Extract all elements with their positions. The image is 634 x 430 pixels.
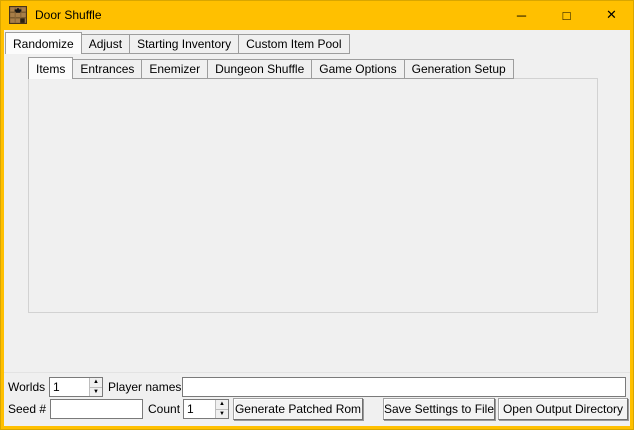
tab-randomize[interactable]: Randomize (5, 32, 82, 54)
count-value: 1 (184, 400, 215, 418)
tab-entrances[interactable]: Entrances (72, 59, 142, 79)
window-title: Door Shuffle (35, 8, 102, 22)
tab-enemizer[interactable]: Enemizer (141, 59, 208, 79)
tab-adjust[interactable]: Adjust (81, 34, 130, 54)
spin-down-icon[interactable]: ▼ (216, 410, 228, 419)
window-controls: ─ □ ✕ (499, 0, 634, 30)
player-names-label: Player names (108, 377, 181, 397)
seed-input[interactable] (50, 399, 143, 419)
spinner-arrows: ▲ ▼ (215, 400, 228, 418)
count-label: Count (148, 399, 180, 419)
worlds-label: Worlds (8, 377, 45, 397)
worlds-spinner[interactable]: 1 ▲ ▼ (49, 377, 103, 397)
bottom-separator (4, 372, 630, 373)
tab-starting-inventory[interactable]: Starting Inventory (129, 34, 239, 54)
save-settings-button[interactable]: Save Settings to File (383, 398, 495, 420)
app-window: Door Shuffle ─ □ ✕ Randomize Adjust Star… (0, 0, 634, 430)
close-icon[interactable]: ✕ (589, 0, 634, 30)
items-pane (28, 78, 598, 313)
maximize-icon[interactable]: □ (544, 0, 589, 30)
tab-game-options[interactable]: Game Options (311, 59, 404, 79)
tab-items[interactable]: Items (28, 57, 73, 79)
spin-down-icon[interactable]: ▼ (90, 388, 102, 397)
door-icon (9, 6, 27, 24)
seed-label: Seed # (8, 399, 46, 419)
spin-up-icon[interactable]: ▲ (216, 400, 228, 410)
tab-generation-setup[interactable]: Generation Setup (404, 59, 514, 79)
outer-tab-bar: Randomize Adjust Starting Inventory Cust… (5, 32, 350, 54)
tab-dungeon-shuffle[interactable]: Dungeon Shuffle (207, 59, 312, 79)
window-content: Randomize Adjust Starting Inventory Cust… (4, 30, 630, 426)
inner-tab-bar: Items Entrances Enemizer Dungeon Shuffle… (28, 57, 514, 79)
titlebar: Door Shuffle ─ □ ✕ (0, 0, 634, 30)
minimize-icon[interactable]: ─ (499, 0, 544, 30)
spinner-arrows: ▲ ▼ (89, 378, 102, 396)
generate-patched-rom-button[interactable]: Generate Patched Rom (233, 398, 363, 420)
spin-up-icon[interactable]: ▲ (90, 378, 102, 388)
player-names-input[interactable] (182, 377, 626, 397)
worlds-value: 1 (50, 378, 89, 396)
tab-custom-item-pool[interactable]: Custom Item Pool (238, 34, 349, 54)
open-output-directory-button[interactable]: Open Output Directory (498, 398, 628, 420)
count-spinner[interactable]: 1 ▲ ▼ (183, 399, 229, 419)
